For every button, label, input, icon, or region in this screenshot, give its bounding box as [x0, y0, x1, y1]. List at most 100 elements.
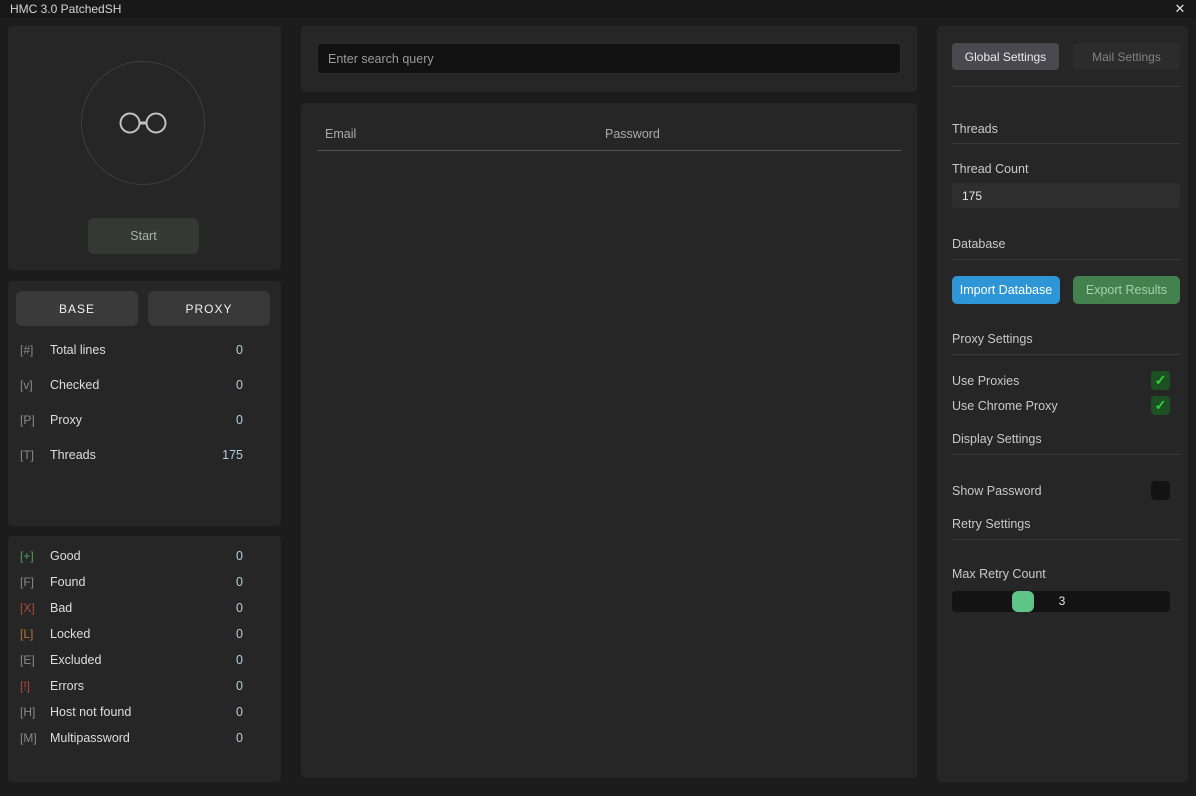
max-retry-count-label: Max Retry Count [952, 567, 1046, 581]
slider-value: 3 [1047, 594, 1077, 608]
divider [952, 86, 1180, 87]
tab-proxy[interactable]: PROXY [148, 291, 270, 326]
logo-circle [81, 61, 205, 185]
stat-row-excluded: [E] Excluded 0 [8, 647, 281, 673]
tab-global-settings[interactable]: Global Settings [952, 43, 1059, 70]
table-header-row: Email Password [301, 127, 917, 147]
close-button[interactable]: ✕ [1170, 1, 1190, 17]
settings-panel: Global Settings Mail Settings Threads Th… [937, 26, 1188, 782]
stat-label: Threads [50, 448, 222, 462]
stat-label: Total lines [50, 343, 236, 357]
search-input[interactable] [317, 43, 901, 74]
stat-prefix: [F] [20, 575, 50, 589]
stat-value: 0 [236, 653, 243, 667]
stat-value: 0 [236, 705, 243, 719]
stat-row-bad: [X] Bad 0 [8, 595, 281, 621]
close-icon: ✕ [1175, 1, 1186, 16]
max-retry-slider[interactable]: 3 [952, 591, 1170, 612]
stat-value: 0 [236, 378, 243, 392]
stat-label: Multipassword [50, 731, 236, 745]
stat-prefix: [v] [20, 378, 50, 392]
use-proxies-label: Use Proxies [952, 374, 1019, 388]
stat-value: 0 [236, 575, 243, 589]
use-chrome-proxy-label: Use Chrome Proxy [952, 399, 1058, 413]
table-body [317, 151, 901, 768]
stat-value: 0 [236, 549, 243, 563]
import-database-button[interactable]: Import Database [952, 276, 1060, 304]
stat-value: 0 [236, 413, 243, 427]
stat-row-host-not-found: [H] Host not found 0 [8, 699, 281, 725]
check-icon: ✓ [1155, 397, 1167, 414]
stat-label: Host not found [50, 705, 236, 719]
section-title-retry-settings: Retry Settings [952, 517, 1031, 531]
glasses-icon [120, 113, 167, 134]
slider-thumb[interactable] [1012, 591, 1034, 612]
stat-prefix: [!] [20, 679, 50, 693]
stat-prefix: [H] [20, 705, 50, 719]
stat-row-locked: [L] Locked 0 [8, 621, 281, 647]
stat-label: Proxy [50, 413, 236, 427]
stat-row-total-lines: [#] Total lines 0 [8, 332, 281, 367]
divider [952, 539, 1180, 540]
stat-prefix: [#] [20, 343, 50, 357]
tab-base[interactable]: BASE [16, 291, 138, 326]
base-stats-list: [#] Total lines 0 [v] Checked 0 [P] Prox… [8, 332, 281, 472]
stat-row-good: [+] Good 0 [8, 543, 281, 569]
window-title: HMC 3.0 PatchedSH [10, 2, 121, 16]
stat-prefix: [E] [20, 653, 50, 667]
start-button[interactable]: Start [88, 218, 199, 254]
logo-panel: Start [8, 26, 281, 270]
search-panel [301, 26, 917, 92]
stat-label: Errors [50, 679, 236, 693]
stat-label: Bad [50, 601, 236, 615]
show-password-checkbox[interactable] [1151, 481, 1170, 500]
section-title-proxy-settings: Proxy Settings [952, 332, 1033, 346]
stat-label: Locked [50, 627, 236, 641]
divider [952, 354, 1180, 355]
stat-label: Excluded [50, 653, 236, 667]
stat-row-proxy: [P] Proxy 0 [8, 402, 281, 437]
stat-row-found: [F] Found 0 [8, 569, 281, 595]
stat-value: 0 [236, 627, 243, 641]
thread-count-label: Thread Count [952, 162, 1028, 176]
section-title-database: Database [952, 237, 1006, 251]
section-title-display-settings: Display Settings [952, 432, 1042, 446]
stat-value: 175 [222, 448, 243, 462]
result-stats-list: [+] Good 0 [F] Found 0 [X] Bad 0 [L] Loc… [8, 543, 281, 751]
tab-mail-settings[interactable]: Mail Settings [1073, 43, 1180, 70]
stat-row-multipassword: [M] Multipassword 0 [8, 725, 281, 751]
divider [952, 259, 1180, 260]
title-bar: HMC 3.0 PatchedSH ✕ [0, 0, 1196, 18]
show-password-label: Show Password [952, 484, 1042, 498]
stat-prefix: [+] [20, 549, 50, 563]
use-proxies-checkbox[interactable]: ✓ [1151, 371, 1170, 390]
app-window: HMC 3.0 PatchedSH ✕ Start BASE PROXY [#]… [0, 0, 1196, 796]
base-stats-panel: BASE PROXY [#] Total lines 0 [v] Checked… [8, 281, 281, 526]
divider [952, 143, 1180, 144]
stat-value: 0 [236, 343, 243, 357]
stat-label: Found [50, 575, 236, 589]
column-header-password[interactable]: Password [605, 127, 660, 141]
stat-row-checked: [v] Checked 0 [8, 367, 281, 402]
divider [952, 454, 1180, 455]
stat-row-errors: [!] Errors 0 [8, 673, 281, 699]
stat-prefix: [T] [20, 448, 50, 462]
stat-value: 0 [236, 679, 243, 693]
section-title-threads: Threads [952, 122, 998, 136]
stat-row-threads: [T] Threads 175 [8, 437, 281, 472]
export-results-button[interactable]: Export Results [1073, 276, 1180, 304]
stat-label: Checked [50, 378, 236, 392]
stat-prefix: [P] [20, 413, 50, 427]
stat-label: Good [50, 549, 236, 563]
check-icon: ✓ [1155, 372, 1167, 389]
use-chrome-proxy-checkbox[interactable]: ✓ [1151, 396, 1170, 415]
stat-prefix: [M] [20, 731, 50, 745]
stat-prefix: [L] [20, 627, 50, 641]
stat-value: 0 [236, 601, 243, 615]
result-stats-panel: [+] Good 0 [F] Found 0 [X] Bad 0 [L] Loc… [8, 536, 281, 782]
thread-count-input[interactable] [952, 183, 1180, 208]
stat-prefix: [X] [20, 601, 50, 615]
column-header-email[interactable]: Email [325, 127, 356, 141]
stat-value: 0 [236, 731, 243, 745]
results-table-panel: Email Password [301, 103, 917, 778]
